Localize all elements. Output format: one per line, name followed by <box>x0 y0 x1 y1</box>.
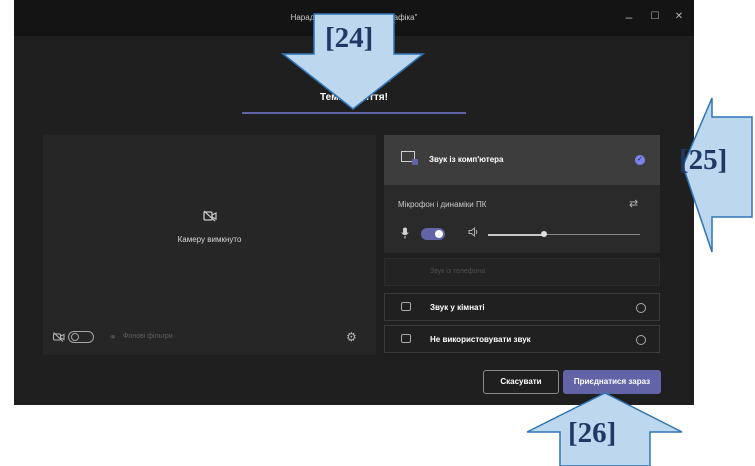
callout-label-24: [24] <box>325 22 374 54</box>
callout-label-26: [26] <box>568 417 617 449</box>
callout-label-25: [25] <box>679 144 728 176</box>
callout-arrows <box>280 13 753 466</box>
